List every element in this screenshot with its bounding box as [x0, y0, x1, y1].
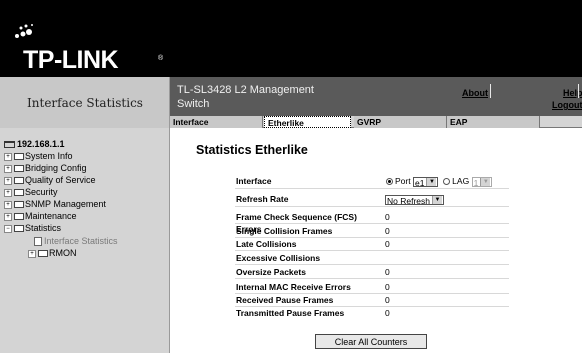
tree-root[interactable]: 192.168.1.1	[4, 139, 65, 150]
tree-item-label: Security	[25, 187, 58, 197]
lag-radio-label: LAG	[452, 176, 470, 186]
tree-item-label: Quality of Service	[25, 175, 96, 185]
help-link[interactable]: Help	[563, 88, 582, 98]
registered-mark: ®	[158, 55, 164, 62]
tree-item-interface-statistics[interactable]: Interface Statistics	[34, 236, 118, 247]
expand-icon[interactable]: +	[4, 152, 12, 161]
interface-label: Interface	[236, 176, 272, 186]
folder-open-icon	[14, 225, 24, 233]
folder-icon	[14, 165, 24, 173]
port-radio[interactable]	[386, 178, 393, 186]
tree-item-statistics[interactable]: − Statistics	[4, 223, 61, 234]
tree-item-quality-of-service[interactable]: + Quality of Service	[4, 175, 96, 186]
expand-icon[interactable]: +	[4, 188, 12, 197]
tab-gvrp[interactable]: GVRP	[354, 116, 447, 128]
tree-item-system-info[interactable]: + System Info	[4, 151, 73, 162]
stat-label: Late Collisions	[236, 239, 297, 249]
stat-label: Single Collision Frames	[236, 226, 333, 236]
stat-value: 0	[385, 308, 390, 318]
tree-item-snmp-management[interactable]: + SNMP Management	[4, 199, 106, 210]
tree-item-label: Maintenance	[25, 211, 77, 221]
tree-item-label: Bridging Config	[25, 163, 87, 173]
row-divider	[235, 188, 509, 189]
port-select[interactable]: e1 ▼	[412, 176, 439, 188]
stat-value: 0	[385, 226, 390, 236]
folder-icon	[14, 213, 24, 221]
tree-item-label: Statistics	[25, 223, 62, 233]
expand-icon[interactable]: +	[4, 164, 12, 173]
tree-item-rmon[interactable]: + RMON	[28, 248, 77, 259]
brand-logo: TP-LINK	[23, 46, 119, 74]
tree-item-maintenance[interactable]: + Maintenance	[4, 211, 77, 222]
row-divider	[235, 278, 509, 279]
tab-eap[interactable]: EAP	[447, 116, 540, 128]
refresh-rate-label: Refresh Rate	[236, 194, 289, 204]
tree-item-label: RMON	[49, 248, 77, 258]
tree-item-label: SNMP Management	[25, 199, 106, 209]
folder-icon	[38, 250, 48, 258]
port-select-value: e1	[414, 177, 425, 188]
logout-link[interactable]: Logout	[552, 100, 582, 110]
dropdown-arrow-icon: ▼	[480, 177, 491, 186]
tab-interface[interactable]: Interface	[170, 116, 263, 128]
expand-icon[interactable]: +	[4, 200, 12, 209]
clear-all-counters-button[interactable]: Clear All Counters	[315, 334, 427, 349]
tree-item-label: Interface Statistics	[44, 236, 118, 246]
header-divider	[490, 84, 491, 98]
stat-label: Received Pause Frames	[236, 295, 334, 305]
tree-item-security[interactable]: + Security	[4, 187, 58, 198]
tree-item-label: System Info	[25, 151, 73, 161]
row-divider	[235, 206, 509, 207]
collapse-icon[interactable]: −	[4, 224, 12, 233]
page-section-title: Interface Statistics	[27, 96, 143, 110]
content-title: Statistics Etherlike	[196, 143, 308, 157]
header-title: TL-SL3428 L2 Management Switch	[177, 84, 314, 110]
folder-icon	[14, 201, 24, 209]
folder-icon	[14, 189, 24, 197]
folder-icon	[14, 153, 24, 161]
dropdown-arrow-icon: ▼	[426, 177, 437, 186]
refresh-rate-value: No Refresh	[387, 195, 430, 206]
stat-value: 0	[385, 239, 390, 249]
stat-label: Excessive Collisions	[236, 253, 321, 263]
stat-label: Oversize Packets	[236, 267, 306, 277]
tree-item-bridging-config[interactable]: + Bridging Config	[4, 163, 87, 174]
interface-selector: Port e1 ▼ LAG 1 ▼	[386, 175, 493, 188]
stat-value: 0	[385, 212, 390, 222]
stat-label: Transmitted Pause Frames	[236, 308, 345, 318]
port-radio-label: Port	[395, 176, 411, 186]
tp-link-logo-icon	[15, 24, 33, 38]
tree-root-label: 192.168.1.1	[17, 139, 65, 149]
refresh-rate-select[interactable]: No Refresh ▼	[385, 194, 444, 206]
computer-icon	[4, 141, 15, 149]
expand-icon[interactable]: +	[4, 176, 12, 185]
folder-icon	[14, 177, 24, 185]
lag-select-value: 1	[473, 177, 479, 188]
header-divider	[578, 84, 579, 98]
stat-value: 0	[385, 267, 390, 277]
stat-value: 0	[385, 282, 390, 292]
refresh-rate-control: No Refresh ▼	[385, 193, 444, 206]
stat-value: 0	[385, 295, 390, 305]
expand-icon[interactable]: +	[28, 249, 36, 258]
row-divider	[235, 264, 509, 265]
lag-select[interactable]: 1 ▼	[471, 176, 493, 188]
dropdown-arrow-icon: ▼	[432, 195, 442, 204]
page-icon	[34, 237, 42, 247]
tab-etherlike[interactable]: Etherlike	[264, 116, 351, 128]
row-divider	[235, 223, 509, 224]
row-divider	[235, 250, 509, 251]
lag-radio[interactable]	[443, 178, 451, 186]
stat-label: Internal MAC Receive Errors	[236, 282, 351, 292]
expand-icon[interactable]: +	[4, 212, 12, 221]
about-link[interactable]: About	[462, 88, 488, 98]
